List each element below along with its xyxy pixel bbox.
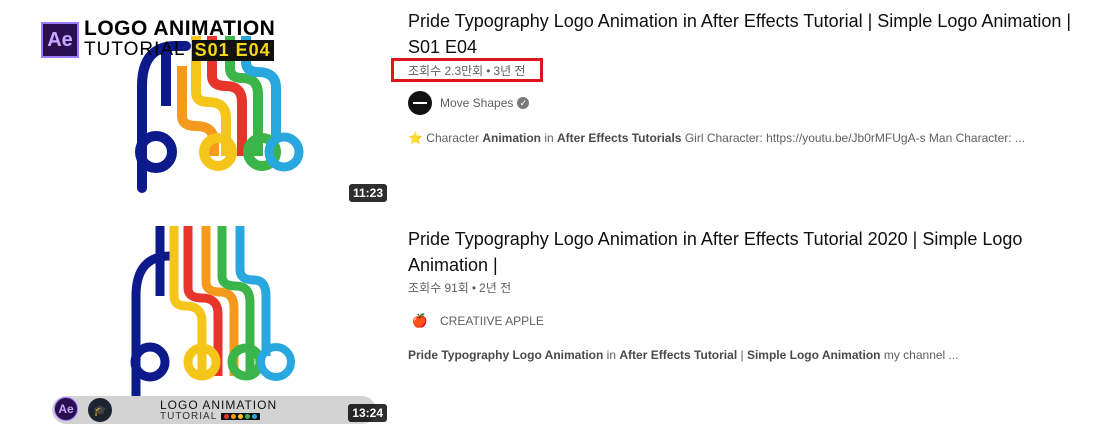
desc-text-1: Character (426, 131, 483, 145)
desc-bold-1: Pride Typography Logo Animation (408, 348, 604, 362)
ae-label: Ae (58, 402, 74, 416)
video-result-1[interactable]: Ae LOGO ANIMATION TUTORIAL S01 E04 11:23… (0, 0, 1108, 215)
desc-bold-1: Animation (482, 131, 541, 145)
color-dots (221, 413, 261, 420)
banner-line2: TUTORIAL (160, 411, 261, 422)
upload-age: 2년 전 (479, 281, 512, 295)
channel-avatar[interactable] (408, 91, 432, 115)
thumb-line2-text: TUTORIAL (84, 39, 186, 60)
desc-text-2: | (737, 348, 747, 362)
views-highlight-box (391, 58, 543, 82)
video-title[interactable]: Pride Typography Logo Animation in After… (408, 226, 1088, 278)
ae-label: Ae (47, 28, 73, 51)
video-description: Pride Typography Logo Animation in After… (408, 348, 959, 362)
desc-text-1: in (603, 348, 620, 362)
view-count: 조회수 91회 (408, 281, 469, 295)
video-result-2[interactable]: Ae 🎓 LOGO ANIMATION TUTORIAL 13:24 Pride… (0, 220, 1108, 432)
bottom-banner: Ae 🎓 LOGO ANIMATION TUTORIAL (52, 396, 376, 424)
video-title[interactable]: Pride Typography Logo Animation in After… (408, 8, 1088, 60)
apple-icon: 🍎 (411, 313, 429, 328)
meta-separator: • (471, 281, 477, 295)
thumb-title-line1: LOGO ANIMATION (84, 17, 275, 41)
channel-avatar[interactable]: 🍎 (408, 309, 432, 333)
banner-line1: LOGO ANIMATION (160, 398, 278, 412)
avatar-mark (413, 102, 427, 104)
desc-bold-2: After Effects Tutorials (557, 131, 682, 145)
graduation-cap-icon: 🎓 (88, 398, 112, 422)
duration-badge: 13:24 (348, 404, 387, 422)
video-metadata: 조회수 91회 • 2년 전 (408, 279, 511, 296)
desc-bold-2: After Effects Tutorial (619, 348, 738, 362)
video-thumbnail[interactable]: Ae LOGO ANIMATION TUTORIAL S01 E04 11:23 (36, 6, 390, 206)
desc-text-3: my channel ... (880, 348, 959, 362)
channel-row[interactable]: Move Shapes ✓ (408, 91, 530, 115)
desc-text-2: in (541, 131, 558, 145)
desc-text-3: Girl Character: https://youtu.be/Jb0rMFU… (681, 131, 1025, 145)
episode-tag: S01 E04 (191, 39, 274, 61)
after-effects-icon: Ae (41, 22, 79, 58)
video-description: ⭐ Character Animation in After Effects T… (408, 131, 1025, 145)
channel-name[interactable]: CREATIIVE APPLE (440, 314, 544, 328)
desc-bold-3: Simple Logo Animation (746, 348, 881, 362)
verified-check-icon: ✓ (517, 97, 530, 109)
star-icon: ⭐ (408, 131, 423, 145)
banner-line2-text: TUTORIAL (160, 411, 218, 422)
video-thumbnail[interactable]: Ae 🎓 LOGO ANIMATION TUTORIAL 13:24 (36, 226, 390, 426)
thumb-line1-text: LOGO ANIMATION (84, 17, 276, 40)
channel-name[interactable]: Move Shapes (440, 96, 513, 110)
after-effects-icon: Ae (54, 397, 78, 421)
channel-row[interactable]: 🍎 CREATIIVE APPLE (408, 309, 544, 333)
thumb-title-line2: TUTORIAL S01 E04 (84, 39, 274, 61)
duration-badge: 11:23 (348, 184, 387, 202)
